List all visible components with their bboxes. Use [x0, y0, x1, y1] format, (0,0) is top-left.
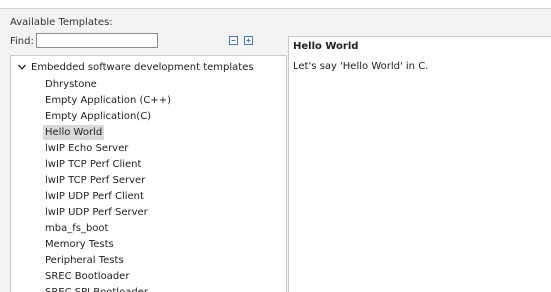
template-description-panel: Hello World Let's say 'Hello World' in C… — [288, 36, 551, 292]
tree-item[interactable]: lwIP TCP Perf Client — [43, 157, 143, 172]
description-text: Let's say 'Hello World' in C. — [293, 61, 429, 72]
tree-item[interactable]: Empty Application (C++) — [43, 93, 173, 108]
expand-all-icon[interactable] — [243, 34, 255, 46]
description-title: Hello World — [293, 41, 359, 52]
dialog-top-edge — [0, 0, 551, 9]
available-templates-label: Available Templates: — [10, 17, 113, 28]
tree-group-label: Embedded software development templates — [31, 61, 254, 73]
tree-item[interactable]: Peripheral Tests — [43, 253, 126, 268]
tree-item[interactable]: mba_fs_boot — [43, 221, 110, 236]
tree-group-embedded[interactable]: Embedded software development templates — [11, 59, 254, 75]
tree-item[interactable]: Memory Tests — [43, 237, 116, 252]
templates-tree[interactable]: Embedded software development templates … — [10, 55, 287, 292]
find-input[interactable] — [36, 33, 158, 48]
tree-item[interactable]: Dhrystone — [43, 77, 99, 92]
tree-item[interactable]: Empty Application(C) — [43, 109, 153, 124]
tree-item[interactable]: lwIP TCP Perf Server — [43, 173, 147, 188]
tree-item[interactable]: Hello World — [43, 125, 105, 140]
collapse-all-icon[interactable] — [228, 34, 240, 46]
tree-item[interactable]: lwIP Echo Server — [43, 141, 130, 156]
find-label: Find: — [10, 36, 34, 47]
tree-item[interactable]: lwIP UDP Perf Client — [43, 189, 146, 204]
tree-item[interactable]: SREC Bootloader — [43, 269, 131, 284]
tree-item[interactable]: lwIP UDP Perf Server — [43, 205, 150, 220]
chevron-down-icon[interactable] — [17, 62, 27, 72]
